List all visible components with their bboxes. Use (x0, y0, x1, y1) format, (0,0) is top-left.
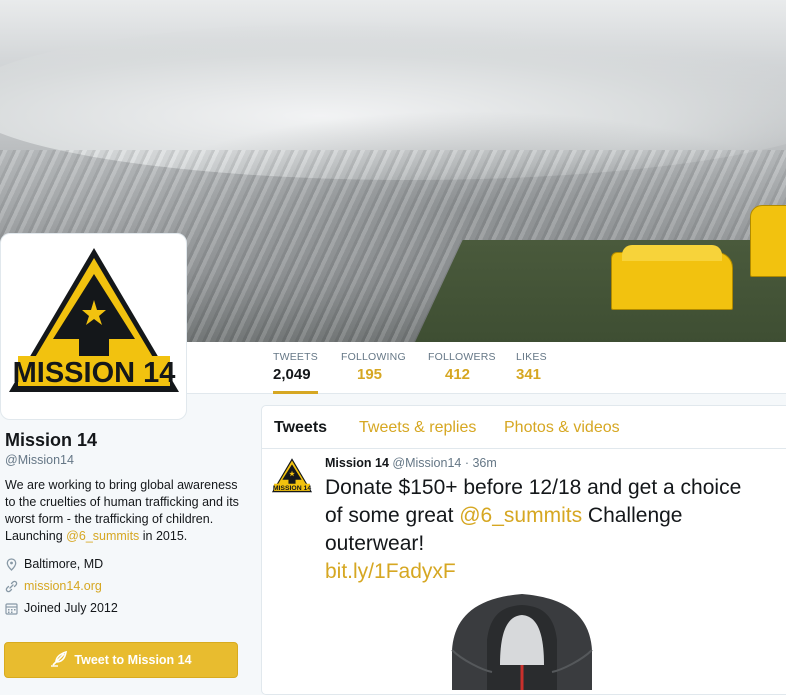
tab-tweets[interactable]: Tweets (274, 419, 327, 437)
profile-bio: We are working to bring global awareness… (5, 478, 239, 543)
stat-likes[interactable]: LIKES 341 (516, 351, 547, 383)
tent-image (611, 245, 733, 310)
stat-label: FOLLOWERS (428, 351, 496, 363)
website-link[interactable]: mission14.org (24, 579, 102, 593)
tweet-url-link[interactable]: bit.ly/1FadyxF (325, 560, 456, 583)
stat-followers[interactable]: FOLLOWERS 412 (428, 351, 496, 383)
tweet-mention-link[interactable]: @6_summits (459, 504, 582, 527)
tab-photos-and-videos[interactable]: Photos & videos (504, 419, 620, 437)
link-icon (5, 580, 18, 593)
stat-value: 412 (445, 366, 471, 383)
tweet-media-image[interactable] (432, 590, 612, 690)
profile-website: mission14.org (5, 579, 250, 593)
stat-label: FOLLOWING (341, 351, 406, 363)
mission14-logo: MISSION 14 (271, 458, 313, 493)
timeline-tabs: Tweets Tweets & replies Photos & videos (262, 406, 786, 449)
location-icon (5, 557, 18, 571)
mission14-logo: MISSION 14 (9, 248, 179, 392)
stat-value: 2,049 (273, 366, 311, 383)
profile-handle[interactable]: @Mission14 (5, 453, 250, 467)
profile-location: Baltimore, MD (5, 557, 250, 571)
timeline: Tweets Tweets & replies Photos & videos … (261, 405, 786, 695)
stat-value: 195 (357, 366, 383, 383)
logo-text: MISSION 14 (273, 485, 312, 492)
stat-label: TWEETS (273, 351, 318, 363)
tweet-author-handle[interactable]: @Mission14 (392, 456, 461, 470)
tweet-timestamp[interactable]: 36m (472, 456, 496, 470)
profile-name[interactable]: Mission 14 (5, 430, 250, 451)
tweet-to-label: Tweet to Mission 14 (74, 653, 192, 667)
tweet-text: Donate $150+ before 12/18 and get a choi… (325, 476, 742, 583)
profile-card: Mission 14 @Mission14 We are working to … (5, 430, 250, 615)
tweet-header: Mission 14 @Mission14 · 36m (325, 456, 497, 470)
tweet-author-name[interactable]: Mission 14 (325, 456, 389, 470)
tent-image (750, 205, 786, 277)
feather-icon (50, 650, 68, 670)
calendar-icon (5, 602, 18, 615)
stat-label: LIKES (516, 351, 547, 363)
tweet-to-button[interactable]: Tweet to Mission 14 (4, 642, 238, 678)
profile-joined: Joined July 2012 (5, 601, 250, 615)
bio-mention-link[interactable]: @6_summits (66, 529, 139, 543)
location-text: Baltimore, MD (24, 557, 104, 571)
tweet-avatar[interactable]: MISSION 14 (271, 457, 313, 498)
profile-avatar[interactable]: MISSION 14 (0, 233, 187, 420)
stat-value: 341 (516, 366, 542, 383)
logo-text: MISSION 14 (13, 357, 176, 389)
stat-tweets[interactable]: TWEETS 2,049 (273, 351, 318, 394)
joined-text: Joined July 2012 (24, 601, 118, 615)
stat-following[interactable]: FOLLOWING 195 (341, 351, 406, 383)
tab-tweets-and-replies[interactable]: Tweets & replies (359, 419, 476, 437)
